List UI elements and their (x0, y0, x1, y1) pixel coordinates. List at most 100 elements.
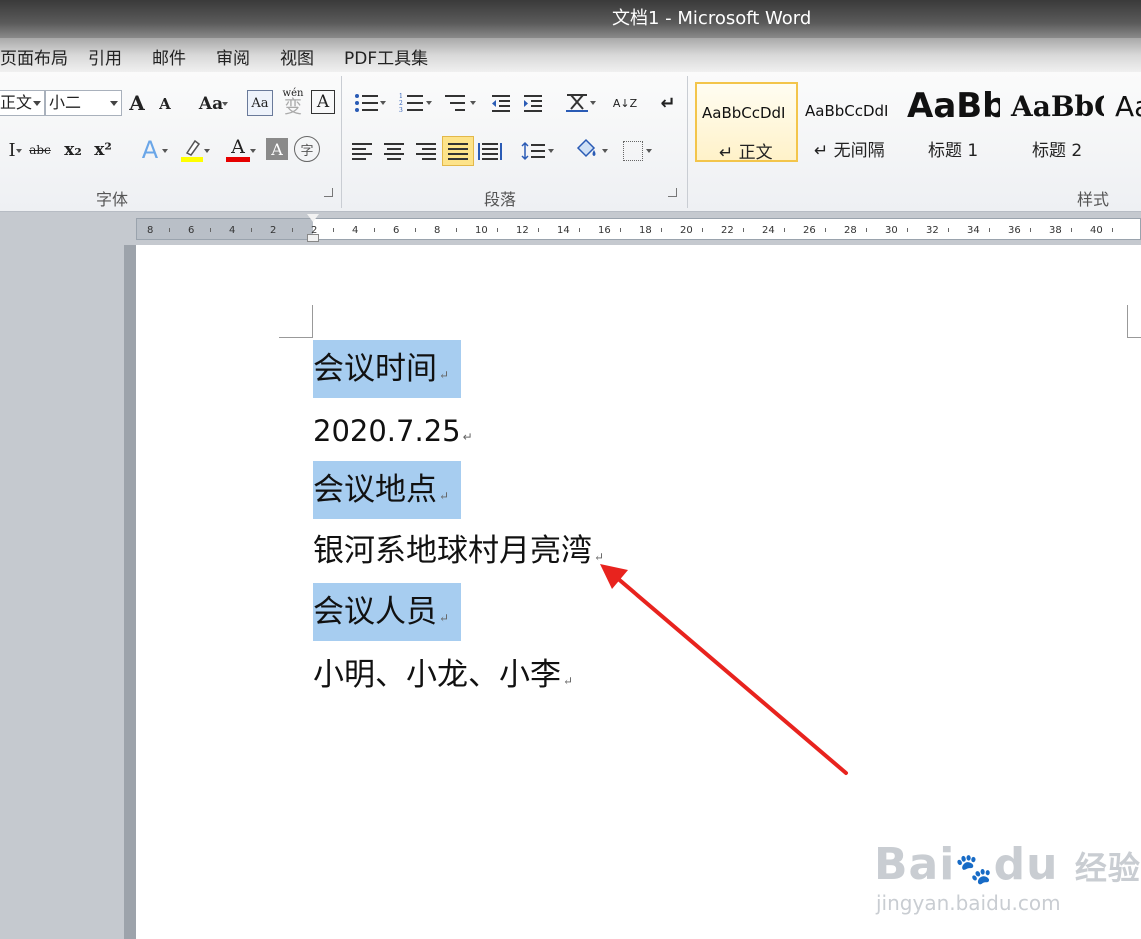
numbering-button[interactable]: 123 (392, 90, 432, 116)
style-no-spacing[interactable]: AaBbCcDdI ↵ 无间隔 (800, 82, 900, 162)
style-normal[interactable]: AaBbCcDdI ↵ 正文 (695, 82, 798, 162)
sort-button[interactable]: A↓Z (612, 88, 638, 118)
highlight-button[interactable] (172, 136, 212, 164)
increase-indent-button[interactable] (520, 90, 546, 116)
baidu-watermark: Bai🐾du 经验 (874, 839, 1141, 890)
chevron-down-icon (204, 149, 210, 153)
chinese-layout-button[interactable] (558, 88, 596, 116)
font-color-button[interactable]: A (218, 136, 258, 164)
ruler-tick-label: 26 (803, 225, 816, 236)
tab-pdf-tools[interactable]: PDF工具集 (344, 44, 428, 69)
ruler-tick-label: 6 (393, 225, 400, 236)
ruler-tick-mark (497, 228, 498, 232)
shading-button[interactable] (566, 136, 608, 164)
line-spacing-button[interactable] (514, 138, 554, 164)
char-border-button[interactable]: A (311, 90, 335, 114)
superscript-button[interactable]: x² (90, 138, 116, 162)
text-effects-label: A (141, 136, 159, 164)
style-name: ↵ 无间隔 (814, 141, 885, 161)
page-shadow (124, 245, 136, 939)
multilevel-list-button[interactable] (436, 90, 476, 116)
distributed-button[interactable] (476, 138, 504, 164)
paragraph[interactable]: 2020.7.25 ↵ (313, 402, 473, 460)
style-heading-1[interactable]: AaBb 标题 1 (902, 82, 1000, 162)
style-sample: Aa (1115, 90, 1141, 123)
justify-button[interactable] (442, 136, 474, 166)
show-marks-button[interactable]: ↵ (656, 90, 680, 116)
paragraph[interactable]: 会议人员 ↵ (313, 583, 462, 641)
ruler-tick-label: 36 (1008, 225, 1021, 236)
phonetic-guide-button[interactable]: wén 变 (279, 88, 307, 118)
align-right-button[interactable] (412, 138, 440, 164)
numbered-list-icon: 123 (399, 93, 423, 113)
ruler-tick-label: 34 (967, 225, 980, 236)
outdent-icon (492, 95, 510, 112)
ruler-tick-label: 40 (1090, 225, 1103, 236)
char-shading-button[interactable]: A (266, 138, 288, 160)
char-shading-label: A (271, 139, 283, 159)
tab-page-layout[interactable]: 页面布局 (0, 44, 68, 69)
ruler-tick-label: 8 (434, 225, 441, 236)
shrink-font-button[interactable]: A (154, 92, 176, 116)
indent-icon (524, 95, 542, 112)
ruler-tick-mark (784, 228, 785, 232)
ruler-left-margin (137, 219, 313, 239)
align-center-button[interactable] (380, 138, 408, 164)
style-sample: AaBbCcDdI (805, 102, 889, 120)
text-effects-button[interactable]: A (132, 136, 168, 164)
ruler-tick-mark (579, 228, 580, 232)
horizontal-ruler[interactable]: 8 6 4 2 2 4 6 8 10 12 14 16 18 20 22 24 26 28 30 32 34 36 38 40 (136, 218, 1141, 240)
first-line-indent-marker[interactable] (307, 214, 319, 222)
ribbon: 正文 小二 A A Aa Aa wén 变 A I abc x₂ x² A A … (0, 72, 1141, 212)
ruler-tick-mark (907, 228, 908, 232)
ruler-tick-label: 14 (557, 225, 570, 236)
chevron-down-icon (426, 101, 432, 105)
underline-button[interactable]: I (0, 138, 24, 162)
phonetic-char: 变 (284, 97, 302, 118)
bullets-button[interactable] (348, 90, 386, 116)
font-group-label: 字体 (96, 190, 129, 209)
left-indent-marker[interactable] (307, 234, 319, 242)
paragraph-dialog-launcher[interactable] (668, 188, 677, 197)
border-grid-icon (623, 141, 643, 161)
ruler-tick-mark (1112, 228, 1113, 232)
grow-font-button[interactable]: A (126, 90, 148, 116)
font-size-value: 小二 (49, 93, 82, 112)
ruler-tick-mark (292, 228, 293, 232)
style-heading-2[interactable]: AaBbC 标题 2 (1006, 82, 1104, 162)
font-size-combo[interactable]: 小二 (45, 90, 122, 116)
paragraph[interactable]: 银河系地球村月亮湾 ↵ (313, 522, 604, 580)
tab-review[interactable]: 审阅 (216, 44, 250, 69)
change-case-button[interactable]: Aa (194, 92, 228, 116)
style-name: 标题 2 (1032, 141, 1083, 161)
ruler-tick-label: 2 (270, 225, 277, 236)
borders-button[interactable] (614, 138, 652, 164)
ruler-tick-mark (948, 228, 949, 232)
crop-mark (279, 337, 313, 338)
document-page[interactable]: 会议时间 ↵ 2020.7.25 ↵ 会议地点 ↵ 银河系地球村月亮湾 ↵ 会议人员 ↵ … (136, 245, 1141, 939)
ruler-tick-mark (866, 228, 867, 232)
strikethrough-button[interactable]: abc (26, 138, 54, 162)
chevron-down-icon (162, 149, 168, 153)
align-left-button[interactable] (348, 138, 376, 164)
paragraph[interactable]: 会议地点 ↵ (313, 461, 462, 519)
paragraph[interactable]: 小明、小龙、小李 ↵ (313, 646, 573, 704)
subscript-button[interactable]: x₂ (60, 138, 86, 162)
tab-mailings[interactable]: 邮件 (152, 44, 186, 69)
decrease-indent-button[interactable] (488, 90, 514, 116)
font-name-combo[interactable]: 正文 (0, 90, 45, 116)
paragraph[interactable]: 会议时间 ↵ (313, 340, 462, 398)
ruler-tick-label: 30 (885, 225, 898, 236)
font-dialog-launcher[interactable] (324, 188, 333, 197)
clear-format-icon[interactable]: Aa (247, 90, 273, 116)
style-title[interactable]: Aa (1110, 82, 1141, 162)
ruler-tick-mark (210, 228, 211, 232)
tab-references[interactable]: 引用 (88, 44, 122, 69)
enclose-char-button[interactable]: 字 (294, 136, 320, 162)
style-sample: AaBb (907, 86, 1000, 126)
ruler-tick-label: 4 (352, 225, 359, 236)
multilevel-list-icon (445, 95, 465, 111)
tab-view[interactable]: 视图 (280, 44, 314, 69)
style-sample: AaBbC (1011, 90, 1104, 123)
style-sample: AaBbCcDdI (702, 104, 786, 122)
